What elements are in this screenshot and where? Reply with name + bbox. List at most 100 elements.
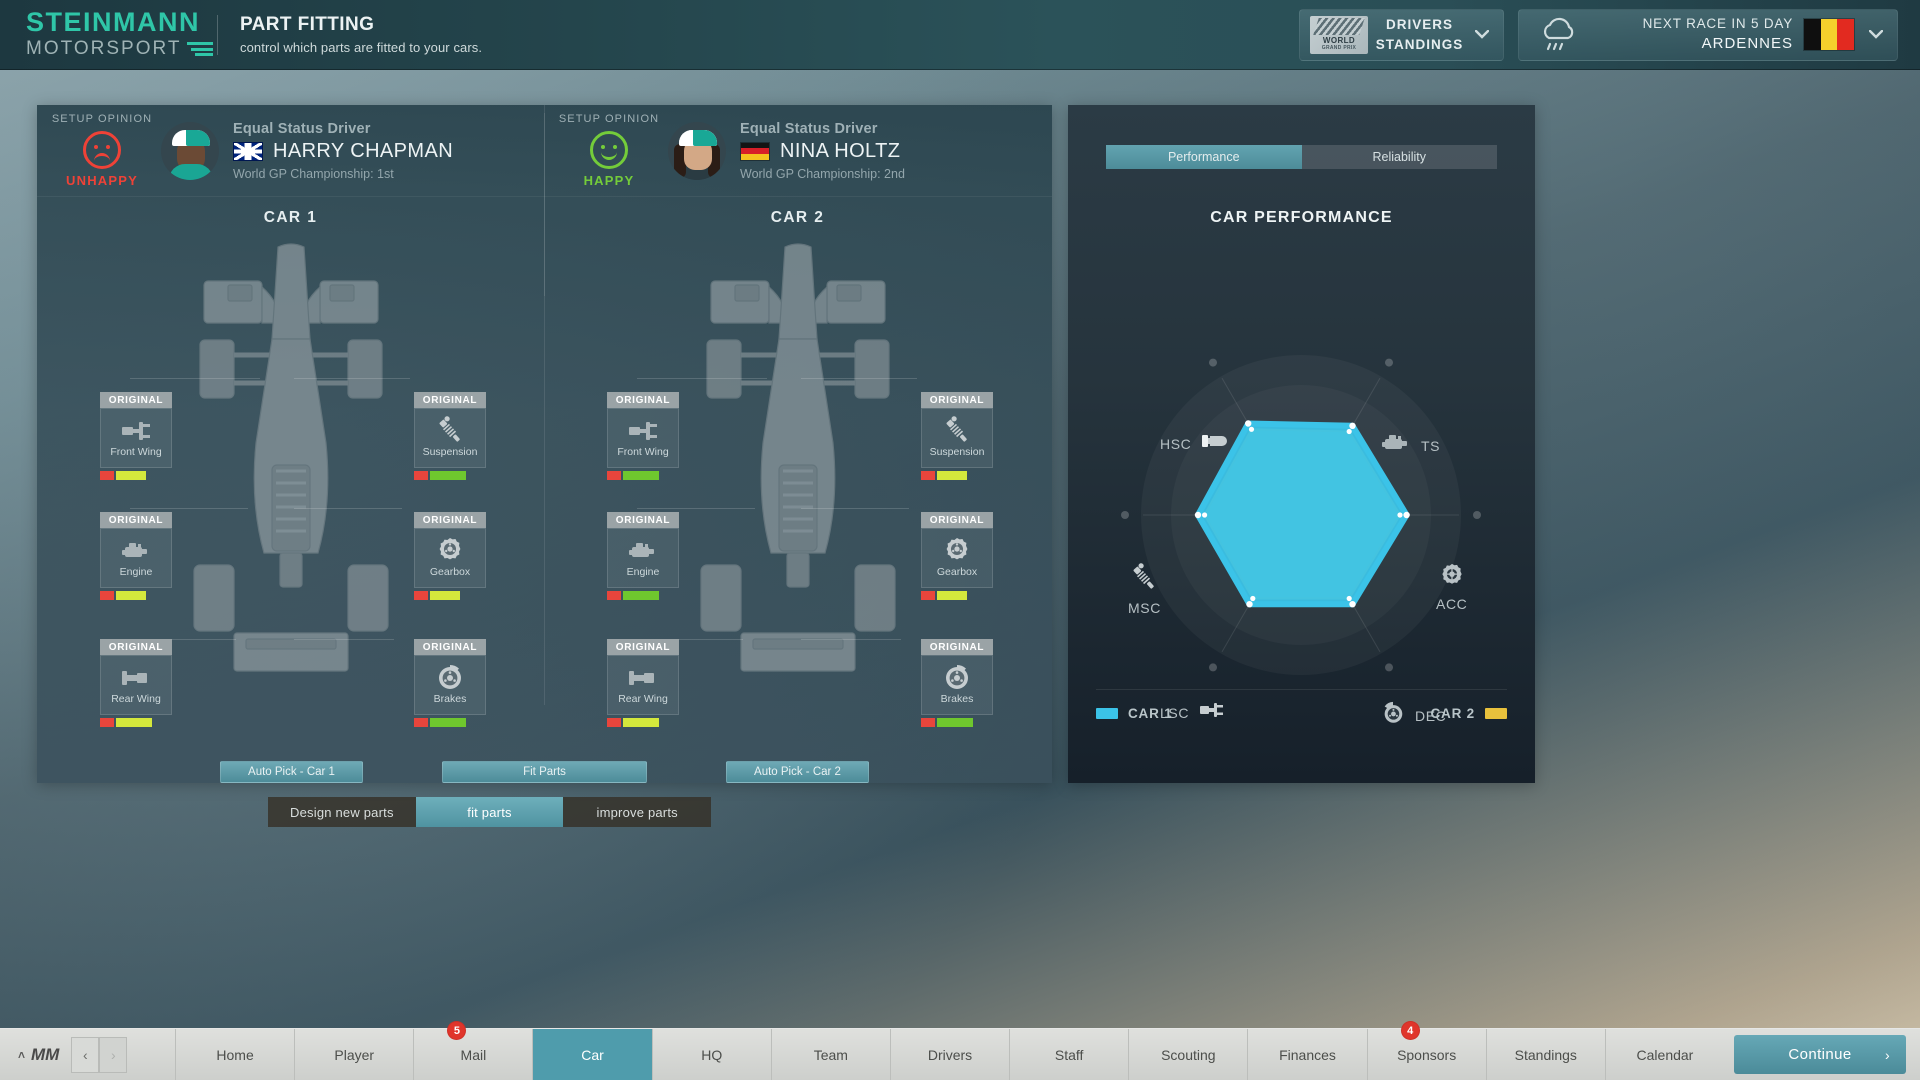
nav-item-calendar[interactable]: Calendar: [1604, 1029, 1724, 1080]
part-bar-0: [921, 591, 935, 600]
motorsport-manager-logo[interactable]: ˄ MM: [18, 1045, 59, 1065]
part-connector: [294, 378, 410, 379]
part-bar-0: [100, 591, 114, 600]
nav-item-mail[interactable]: Mail 5: [413, 1021, 532, 1080]
part-name: Rear Wing: [111, 693, 161, 705]
chevron-down-icon[interactable]: [1471, 26, 1493, 43]
part-card-brakes-car2[interactable]: ORIGINAL Brakes: [921, 639, 993, 727]
team-logo: STEINMANN MOTORSPORT: [26, 9, 214, 60]
brakes-icon: [943, 665, 971, 691]
setup-opinion-state-2: HAPPY: [583, 173, 635, 188]
page-subtitle: control which parts are fitted to your c…: [240, 40, 483, 55]
part-box[interactable]: Engine: [100, 528, 172, 588]
belgium-flag-icon: [1803, 18, 1855, 51]
setup-opinion-1: SETUP OPINION UNHAPPY: [37, 113, 157, 188]
part-card-front-wing-car1[interactable]: ORIGINAL Front Wing: [100, 392, 172, 480]
driver-status-1: Equal Status Driver: [233, 120, 371, 137]
driver-avatar-2[interactable]: [668, 121, 726, 180]
part-bar-1: [937, 718, 973, 727]
caret-up-icon[interactable]: ˄: [18, 1048, 25, 1062]
engine-icon: [120, 538, 152, 564]
part-box[interactable]: Rear Wing: [607, 655, 679, 715]
radar-axis-ts: TS: [1380, 431, 1440, 460]
part-card-brakes-car1[interactable]: ORIGINAL Brakes: [414, 639, 486, 727]
nav-item-player[interactable]: Player: [294, 1029, 413, 1080]
part-bar-0: [414, 591, 428, 600]
part-box[interactable]: Front Wing: [607, 408, 679, 468]
performance-reliability-toggle: Performance Reliability: [1106, 145, 1497, 169]
legend-car-1: CAR 1: [1096, 706, 1173, 721]
nav-item-label: Finances: [1279, 1046, 1336, 1063]
driver-avatar-1[interactable]: [161, 121, 219, 180]
next-race-dropdown[interactable]: NEXT RACE IN 5 DAY ARDENNES: [1518, 8, 1898, 61]
nav-item-finances[interactable]: Finances: [1247, 1029, 1366, 1080]
nav-item-drivers[interactable]: Drivers: [889, 1029, 1009, 1080]
nav-item-team[interactable]: Team: [770, 1029, 890, 1080]
part-bar-1: [116, 591, 146, 600]
gearbox-icon: [943, 538, 971, 564]
part-box[interactable]: Rear Wing: [100, 655, 172, 715]
standings-label: DRIVERS STANDINGS: [1375, 16, 1464, 52]
nav-arrows: ‹ ›: [71, 1036, 128, 1073]
part-bars: [100, 591, 172, 600]
sad-face-icon: [83, 131, 121, 169]
part-bars: [921, 471, 993, 480]
part-fitting-panel: SETUP OPINION UNHAPPY Equal Status Drive…: [37, 105, 1052, 783]
nav-item-standings[interactable]: Standings: [1485, 1029, 1605, 1080]
nav-item-scouting[interactable]: Scouting: [1128, 1029, 1247, 1080]
part-connector: [637, 378, 767, 379]
nav-forward-button[interactable]: ›: [99, 1036, 128, 1073]
nav-item-staff[interactable]: Staff: [1009, 1029, 1128, 1080]
part-box[interactable]: Front Wing: [100, 408, 172, 468]
setup-opinion-label-1: SETUP OPINION: [51, 113, 153, 125]
part-box[interactable]: Gearbox: [414, 528, 486, 588]
part-box[interactable]: Suspension: [414, 408, 486, 468]
part-box[interactable]: Suspension: [921, 408, 993, 468]
nav-item-car[interactable]: Car: [532, 1029, 652, 1080]
drivers-standings-dropdown[interactable]: WORLD GRAND PRIX DRIVERS STANDINGS: [1299, 8, 1504, 61]
driver-championship-1: World GP Championship: 1st: [233, 166, 394, 181]
driver-card-1[interactable]: SETUP OPINION UNHAPPY Equal Status Drive…: [37, 105, 544, 196]
part-box[interactable]: Brakes: [921, 655, 993, 715]
part-card-suspension-car2[interactable]: ORIGINAL Suspension: [921, 392, 993, 480]
subtab-improve-parts[interactable]: improve parts: [563, 797, 712, 827]
nav-item-home[interactable]: Home: [175, 1029, 294, 1080]
part-card-rear-wing-car2[interactable]: ORIGINAL Rear Wing: [607, 639, 679, 727]
auto-pick-car-2-button[interactable]: Auto Pick - Car 2: [726, 761, 869, 783]
part-box[interactable]: Brakes: [414, 655, 486, 715]
part-bar-1: [116, 471, 146, 480]
part-tag: ORIGINAL: [607, 392, 679, 408]
part-connector: [801, 639, 901, 640]
engine-icon: [627, 538, 659, 564]
driver-card-2[interactable]: SETUP OPINION HAPPY Equal Status Driver: [544, 105, 1051, 296]
part-card-gearbox-car2[interactable]: ORIGINAL Gearbox: [921, 512, 993, 600]
nav-item-label: Car: [581, 1046, 604, 1063]
subtab-fit-parts[interactable]: fit parts: [415, 797, 564, 827]
legend-label-car-1: CAR 1: [1128, 706, 1173, 721]
chevron-down-icon-2[interactable]: [1865, 26, 1887, 43]
part-bar-0: [921, 471, 935, 480]
part-box[interactable]: Engine: [607, 528, 679, 588]
part-card-engine-car1[interactable]: ORIGINAL Engine: [100, 512, 172, 600]
part-card-rear-wing-car1[interactable]: ORIGINAL Rear Wing: [100, 639, 172, 727]
part-tag: ORIGINAL: [921, 639, 993, 655]
part-bar-1: [623, 471, 659, 480]
subtab-design-new-parts[interactable]: Design new parts: [268, 797, 416, 827]
part-name: Suspension: [929, 446, 985, 458]
auto-pick-car-1-button[interactable]: Auto Pick - Car 1: [220, 761, 363, 783]
part-bars: [414, 591, 486, 600]
nav-item-sponsors[interactable]: Sponsors 4: [1366, 1021, 1486, 1080]
tab-performance[interactable]: Performance: [1106, 145, 1302, 169]
nav-item-hq[interactable]: HQ: [651, 1029, 771, 1080]
part-box[interactable]: Gearbox: [921, 528, 993, 588]
nav-back-button[interactable]: ‹: [71, 1036, 100, 1073]
part-card-gearbox-car1[interactable]: ORIGINAL Gearbox: [414, 512, 486, 600]
fit-parts-button[interactable]: Fit Parts: [442, 761, 647, 783]
part-name: Engine: [119, 566, 153, 578]
part-card-engine-car2[interactable]: ORIGINAL Engine: [607, 512, 679, 600]
wgp-logo-line1: WORLD: [1322, 35, 1356, 45]
part-card-suspension-car1[interactable]: ORIGINAL Suspension: [414, 392, 486, 480]
tab-reliability[interactable]: Reliability: [1301, 145, 1497, 169]
continue-button[interactable]: Continue ›: [1734, 1035, 1906, 1074]
part-card-front-wing-car2[interactable]: ORIGINAL Front Wing: [607, 392, 679, 480]
